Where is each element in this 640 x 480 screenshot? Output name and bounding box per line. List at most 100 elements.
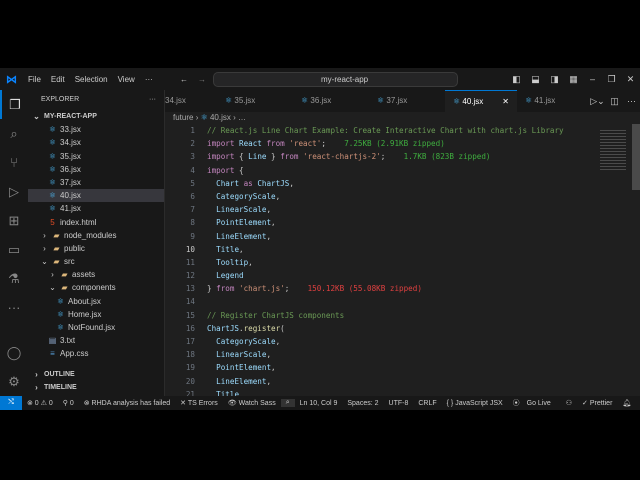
toggle-secondary-sidebar-icon[interactable]: ◨ [545, 74, 564, 85]
breadcrumb-file[interactable]: 40.jsx [210, 113, 231, 122]
close-tab-icon[interactable]: ✕ [502, 91, 509, 112]
source-control-icon[interactable]: ⑂ [0, 148, 28, 177]
code-line[interactable]: 6 CategoryScale, [165, 190, 635, 203]
account-icon[interactable]: ◯ [0, 338, 28, 367]
restore-button[interactable]: ❐ [602, 74, 621, 85]
minimize-button[interactable]: – [583, 74, 602, 84]
problems-status[interactable]: ⊗ 0 ⚠ 0 [22, 399, 58, 407]
tree-item[interactable]: ⚛NotFound.jsx [28, 321, 164, 334]
tab-34[interactable]: 34.jsx [165, 90, 217, 112]
code-line[interactable]: 4import { [165, 164, 635, 177]
toggle-panel-icon[interactable]: ⬓ [526, 74, 545, 85]
code-line[interactable]: 2import React from 'react'; 7.25KB (2.91… [165, 137, 635, 150]
explorer-more-icon[interactable]: ··· [149, 96, 156, 110]
code-line[interactable]: 9 LineElement, [165, 230, 635, 243]
more-icon[interactable]: ··· [0, 293, 28, 322]
menu-more[interactable]: ··· [140, 75, 158, 84]
code-line[interactable]: 13} from 'chart.js'; 150.12KB (55.08KB z… [165, 282, 635, 295]
remote-explorer-icon[interactable]: ▭ [0, 235, 28, 264]
customize-layout-icon[interactable]: ▦ [564, 74, 583, 85]
menu-view[interactable]: View [113, 75, 140, 84]
menu-file[interactable]: File [23, 75, 46, 84]
testing-icon[interactable]: ⚗ [0, 264, 28, 293]
timeline-section[interactable]: ›TIMELINE [28, 381, 77, 394]
tree-item[interactable]: ≡App.css [28, 347, 164, 360]
tree-item[interactable]: ⚛36.jsx [28, 163, 164, 176]
tree-item[interactable]: ›▰assets [28, 268, 164, 281]
code-line[interactable]: 14 [165, 295, 635, 308]
tree-item[interactable]: ▤3.txt [28, 334, 164, 347]
code-line[interactable]: 21 Title [165, 388, 635, 396]
code-line[interactable]: 17 CategoryScale, [165, 335, 635, 348]
forward-arrow-icon[interactable]: → [198, 75, 206, 84]
tree-item[interactable]: ⚛37.jsx [28, 176, 164, 189]
editor-scrollbar[interactable] [632, 124, 640, 190]
code-line[interactable]: 12 Legend [165, 269, 635, 282]
command-center-search[interactable]: my-react-app [213, 72, 458, 87]
more-actions-icon[interactable]: ··· [623, 96, 640, 106]
menu-selection[interactable]: Selection [70, 75, 113, 84]
tree-item[interactable]: ⚛35.jsx [28, 150, 164, 163]
code-line[interactable]: 18 LinearScale, [165, 348, 635, 361]
outline-section[interactable]: ›OUTLINE [28, 368, 75, 381]
tree-root[interactable]: ⌄MY-REACT-APP [28, 110, 164, 123]
code-line[interactable]: 19 PointElement, [165, 361, 635, 374]
tab-41[interactable]: ⚛ 41.jsx [517, 90, 577, 112]
code-line[interactable]: 16ChartJS.register( [165, 322, 635, 335]
code-line[interactable]: 5 Chart as ChartJS, [165, 177, 635, 190]
tree-item[interactable]: ⚛Home.jsx [28, 308, 164, 321]
notifications-bell-icon[interactable]: 🔔︎ [617, 399, 636, 407]
tree-item[interactable]: ⌄▰components [28, 281, 164, 294]
run-debug-icon[interactable]: ▷ [0, 177, 28, 206]
code-line[interactable]: 8 PointElement, [165, 216, 635, 229]
run-icon[interactable]: ▷⌄ [589, 96, 606, 107]
ts-errors-status[interactable]: ✕ TS Errors [175, 399, 223, 407]
code-editor[interactable]: 1// React.js Line Chart Example: Create … [165, 124, 635, 396]
encoding-status[interactable]: UTF-8 [384, 400, 414, 407]
copilot-icon[interactable]: ⚇ [561, 399, 577, 407]
tab-35[interactable]: ⚛ 35.jsx [217, 90, 293, 112]
tree-item[interactable]: ›▰node_modules [28, 229, 164, 242]
code-line[interactable]: 15// Register ChartJS components [165, 309, 635, 322]
code-line[interactable]: 20 LineElement, [165, 375, 635, 388]
code-line[interactable]: 10 Title, [165, 243, 635, 256]
code-line[interactable]: 11 Tooltip, [165, 256, 635, 269]
ports-status[interactable]: ⚲ 0 [58, 399, 79, 407]
tree-item[interactable]: ›▰public [28, 242, 164, 255]
tree-item[interactable]: ⌄▰src [28, 255, 164, 268]
menu-edit[interactable]: Edit [46, 75, 70, 84]
tab-36[interactable]: ⚛ 36.jsx [293, 90, 369, 112]
toggle-sidebar-icon[interactable]: ◧ [507, 74, 526, 85]
close-window-button[interactable]: ✕ [621, 74, 640, 85]
code-line[interactable]: 3import { Line } from 'react-chartjs-2';… [165, 150, 635, 163]
language-mode[interactable]: { } JavaScript JSX [442, 400, 508, 407]
tree-item[interactable]: ⚛41.jsx [28, 202, 164, 215]
tree-item[interactable]: ⚛About.jsx [28, 295, 164, 308]
eol-status[interactable]: CRLF [413, 400, 441, 407]
code-line[interactable]: 7 LinearScale, [165, 203, 635, 216]
search-icon[interactable]: ⌕ [0, 119, 28, 148]
tab-37[interactable]: ⚛ 37.jsx [369, 90, 445, 112]
go-live-button[interactable]: ⦿ Go Live [508, 398, 561, 408]
tree-item[interactable]: 5index.html [28, 216, 164, 229]
minimap[interactable] [600, 130, 626, 170]
rhda-status[interactable]: ⊗ RHDA analysis has failed [79, 399, 175, 407]
tree-item[interactable]: ⚛34.jsx [28, 136, 164, 149]
breadcrumb-folder[interactable]: future [173, 113, 193, 122]
indentation-status[interactable]: Spaces: 2 [342, 400, 383, 407]
back-arrow-icon[interactable]: ← [180, 75, 188, 84]
remote-indicator-icon[interactable]: ⤭ [0, 396, 22, 410]
extensions-icon[interactable]: ⊞ [0, 206, 28, 235]
breadcrumb-symbol[interactable]: … [238, 113, 246, 122]
zoom-icon[interactable]: ⌕ [281, 399, 295, 407]
tab-40[interactable]: ⚛ 40.jsx✕ [445, 90, 517, 112]
cursor-position[interactable]: Ln 10, Col 9 [295, 400, 343, 407]
tree-item[interactable]: ⚛33.jsx [28, 123, 164, 136]
prettier-status[interactable]: ✓ Prettier [577, 399, 617, 407]
tree-item[interactable]: ⚛40.jsx [28, 189, 164, 202]
code-line[interactable]: 1// React.js Line Chart Example: Create … [165, 124, 635, 137]
explorer-icon[interactable]: ❐ [0, 90, 28, 119]
split-editor-icon[interactable]: ◫ [606, 96, 623, 107]
watch-sass-status[interactable]: 👁 Watch Sass [223, 399, 281, 407]
settings-gear-icon[interactable]: ⚙ [0, 367, 28, 396]
